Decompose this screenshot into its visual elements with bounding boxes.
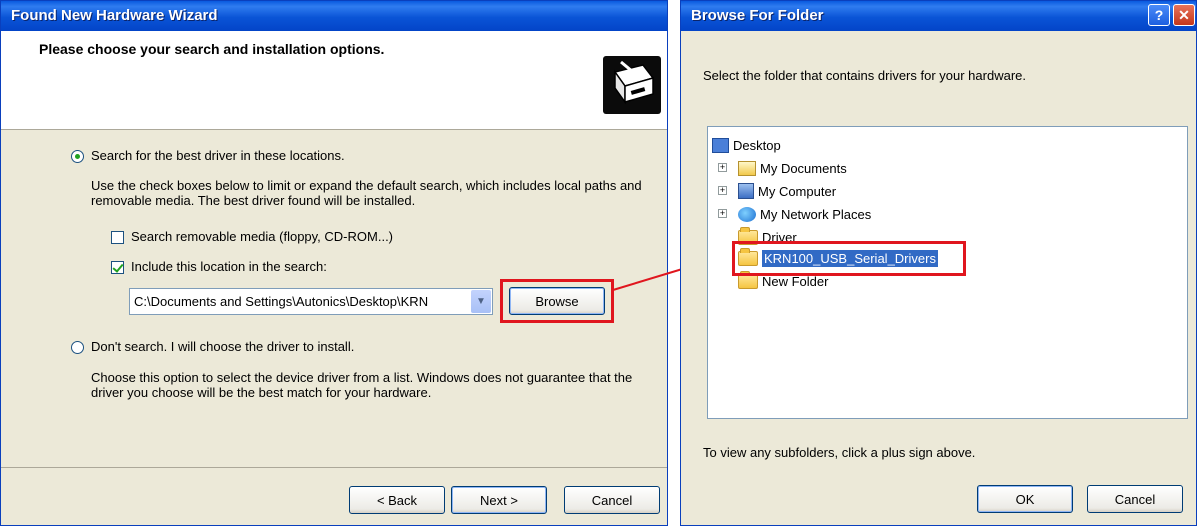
browse-title: Browse For Folder (691, 7, 824, 24)
expand-plus-icon[interactable]: + (718, 163, 727, 172)
folder-icon (738, 270, 758, 289)
help-icon[interactable]: ? (1148, 4, 1170, 26)
tree-item-desktop[interactable]: Desktop (712, 135, 781, 155)
browse-button[interactable]: Browse (509, 287, 605, 315)
my-computer-icon (738, 183, 754, 199)
tree-item-label: My Network Places (760, 206, 872, 222)
search-removable-media-label[interactable]: Search removable media (floppy, CD-ROM..… (131, 229, 393, 244)
folder-icon (738, 247, 758, 266)
search-best-driver-radio[interactable] (71, 150, 84, 163)
network-places-icon (738, 206, 756, 222)
search-best-driver-label[interactable]: Search for the best driver in these loca… (91, 148, 345, 163)
expand-plus-icon[interactable]: + (718, 209, 727, 218)
location-path-combobox[interactable]: C:\Documents and Settings\Autonics\Deskt… (129, 288, 493, 315)
tree-item-driver[interactable]: Driver (738, 226, 797, 247)
folder-tree[interactable]: Desktop + My Documents + My Computer + M… (707, 126, 1188, 419)
browse-instruction: Select the folder that contains drivers … (703, 68, 1026, 83)
include-location-label[interactable]: Include this location in the search: (131, 259, 327, 274)
search-removable-media-checkbox[interactable] (111, 231, 124, 244)
found-new-hardware-wizard: Found New Hardware Wizard Please choose … (0, 0, 668, 526)
tree-item-label: My Documents (760, 160, 847, 176)
include-location-checkbox[interactable] (111, 261, 124, 274)
hardware-install-icon (603, 56, 661, 114)
back-button[interactable]: < Back (349, 486, 445, 514)
tree-item-label: Desktop (733, 137, 781, 153)
browse-hint: To view any subfolders, click a plus sig… (703, 445, 976, 460)
dont-search-label[interactable]: Don't search. I will choose the driver t… (91, 339, 354, 354)
desktop-icon (712, 137, 729, 153)
chevron-down-icon[interactable]: ▼ (471, 290, 491, 313)
dont-search-description: Choose this option to select the device … (91, 370, 633, 400)
browse-for-folder-dialog: Browse For Folder ? ✕ Select the folder … (680, 0, 1197, 526)
browse-cancel-button[interactable]: Cancel (1087, 485, 1183, 513)
tree-item-my-network-places[interactable]: My Network Places (738, 204, 871, 224)
close-icon[interactable]: ✕ (1173, 4, 1195, 26)
tree-item-label-selected: KRN100_USB_Serial_Drivers (762, 249, 938, 267)
tree-item-label: My Computer (758, 183, 837, 199)
wizard-heading: Please choose your search and installati… (39, 41, 385, 57)
location-path-value: C:\Documents and Settings\Autonics\Deskt… (134, 294, 429, 309)
tree-item-new-folder[interactable]: New Folder (738, 270, 829, 291)
tree-item-label: New Folder (762, 273, 829, 289)
wizard-title: Found New Hardware Wizard (11, 7, 218, 24)
ok-button[interactable]: OK (977, 485, 1073, 513)
browse-titlebar[interactable]: Browse For Folder (681, 1, 1196, 31)
next-button[interactable]: Next > (451, 486, 547, 514)
wizard-titlebar[interactable]: Found New Hardware Wizard (1, 1, 667, 31)
cancel-button[interactable]: Cancel (564, 486, 660, 514)
tree-item-krn100-usb-serial-drivers[interactable]: KRN100_USB_Serial_Drivers (738, 247, 938, 268)
tree-item-label: Driver (762, 229, 797, 245)
tree-item-my-documents[interactable]: My Documents (738, 158, 847, 178)
wizard-footer-divider (1, 467, 667, 468)
search-best-driver-description: Use the check boxes below to limit or ex… (91, 178, 642, 208)
dont-search-radio[interactable] (71, 341, 84, 354)
expand-plus-icon[interactable]: + (718, 186, 727, 195)
tree-item-my-computer[interactable]: My Computer (738, 181, 836, 201)
folder-icon (738, 226, 758, 245)
my-documents-icon (738, 160, 756, 176)
